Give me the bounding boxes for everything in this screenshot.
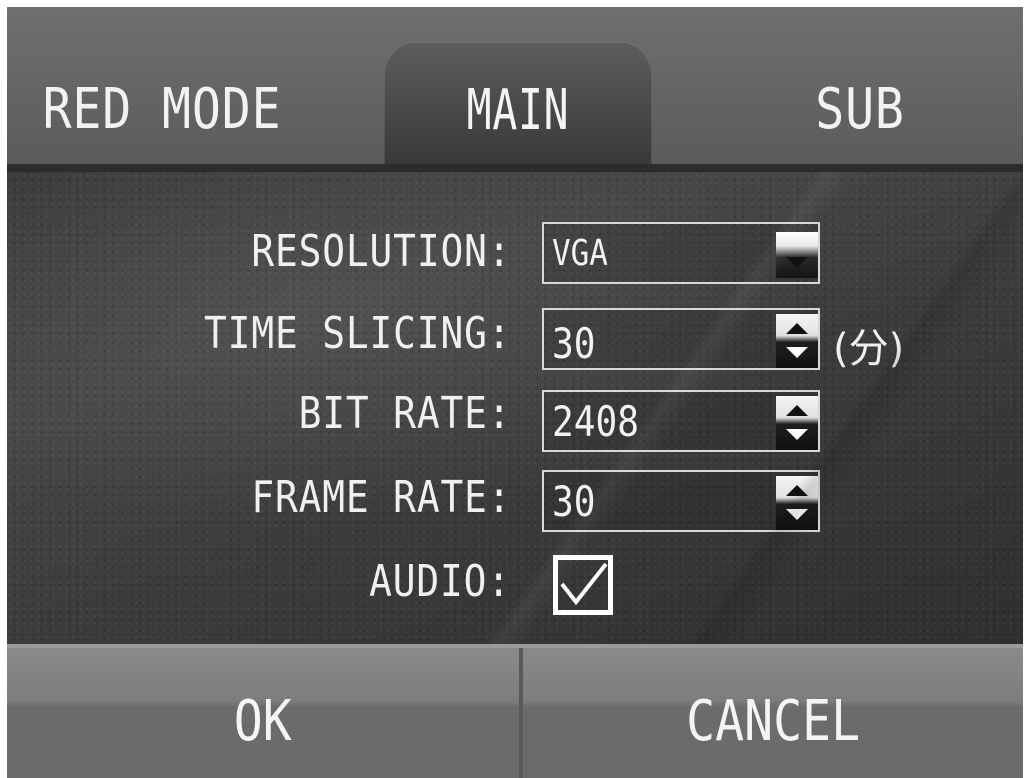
resolution-value: VGA (552, 232, 608, 274)
tab-main-label: MAIN (466, 78, 570, 143)
tab-bar: RED MODE MAIN SUB (7, 7, 1023, 172)
up-down-spinner-icon[interactable] (776, 476, 818, 530)
audio-label: AUDIO: (369, 556, 511, 607)
tab-sub[interactable]: SUB (720, 7, 1000, 172)
check-icon (560, 562, 608, 606)
ok-button-label: OK (234, 688, 292, 754)
bit-rate-value: 2408 (552, 396, 639, 446)
time-slicing-unit: (分) (833, 326, 905, 372)
frame-rate-stepper[interactable]: 30 (542, 470, 820, 532)
tab-underline (7, 164, 1023, 172)
settings-panel: RESOLUTION: VGA TIME SLICING: 30 (分) BIT… (7, 172, 1023, 644)
audio-checkbox[interactable] (553, 555, 613, 615)
time-slicing-value: 30 (552, 318, 596, 368)
time-slicing-label: TIME SLICING: (203, 308, 511, 359)
resolution-select[interactable]: VGA (542, 222, 820, 284)
settings-screen: RED MODE MAIN SUB RESOLUTION: VGA TIME S… (7, 7, 1023, 778)
up-down-spinner-icon[interactable] (776, 314, 818, 368)
resolution-label: RESOLUTION: (250, 226, 511, 277)
time-slicing-stepper[interactable]: 30 (542, 308, 820, 370)
tab-red-mode[interactable]: RED MODE (29, 7, 296, 172)
cancel-button[interactable]: CANCEL (523, 648, 1023, 778)
bit-rate-stepper[interactable]: 2408 (542, 390, 820, 452)
frame-rate-label: FRAME RATE: (250, 472, 511, 523)
cancel-button-label: CANCEL (686, 688, 860, 754)
ok-button[interactable]: OK (7, 648, 519, 778)
tab-main[interactable]: MAIN (384, 41, 652, 172)
bit-rate-label: BIT RATE: (298, 388, 511, 439)
frame-rate-value: 30 (552, 476, 596, 526)
chevron-down-icon[interactable] (776, 232, 818, 278)
up-down-spinner-icon[interactable] (776, 396, 818, 450)
